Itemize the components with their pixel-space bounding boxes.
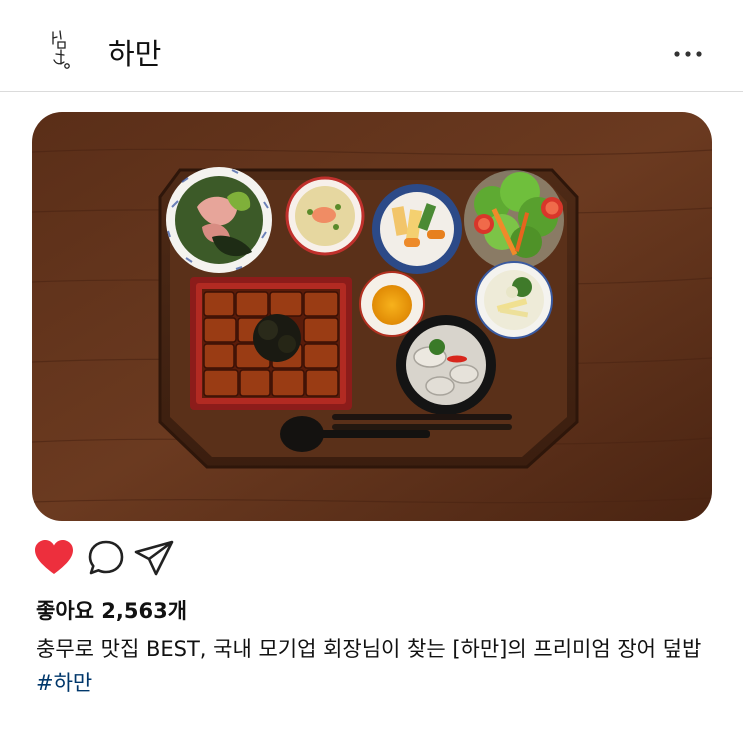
- post-photo[interactable]: [32, 112, 712, 521]
- post-caption: 충무로 맛집 BEST, 국내 모기업 회장님이 찾는 [하만]의 프리미엄 장…: [36, 632, 716, 700]
- heart-filled-icon[interactable]: [32, 536, 76, 580]
- likes-count[interactable]: 좋아요 2,563개: [36, 596, 187, 626]
- comment-icon[interactable]: [84, 536, 128, 580]
- caption-text: 충무로 맛집 BEST, 국내 모기업 회장님이 찾는 [하만]의 프리미엄 장…: [36, 637, 702, 661]
- send-icon[interactable]: [132, 536, 176, 580]
- post-actions: [32, 536, 232, 580]
- profile-avatar[interactable]: [38, 24, 82, 74]
- eel-rice-set-photo: [32, 112, 712, 521]
- brand-logo-icon: [52, 30, 70, 69]
- account-name[interactable]: 하만: [108, 34, 161, 74]
- post-header: 하만: [0, 0, 743, 92]
- hashtag-link[interactable]: #하만: [36, 671, 92, 695]
- more-horizontal-icon[interactable]: [673, 44, 703, 57]
